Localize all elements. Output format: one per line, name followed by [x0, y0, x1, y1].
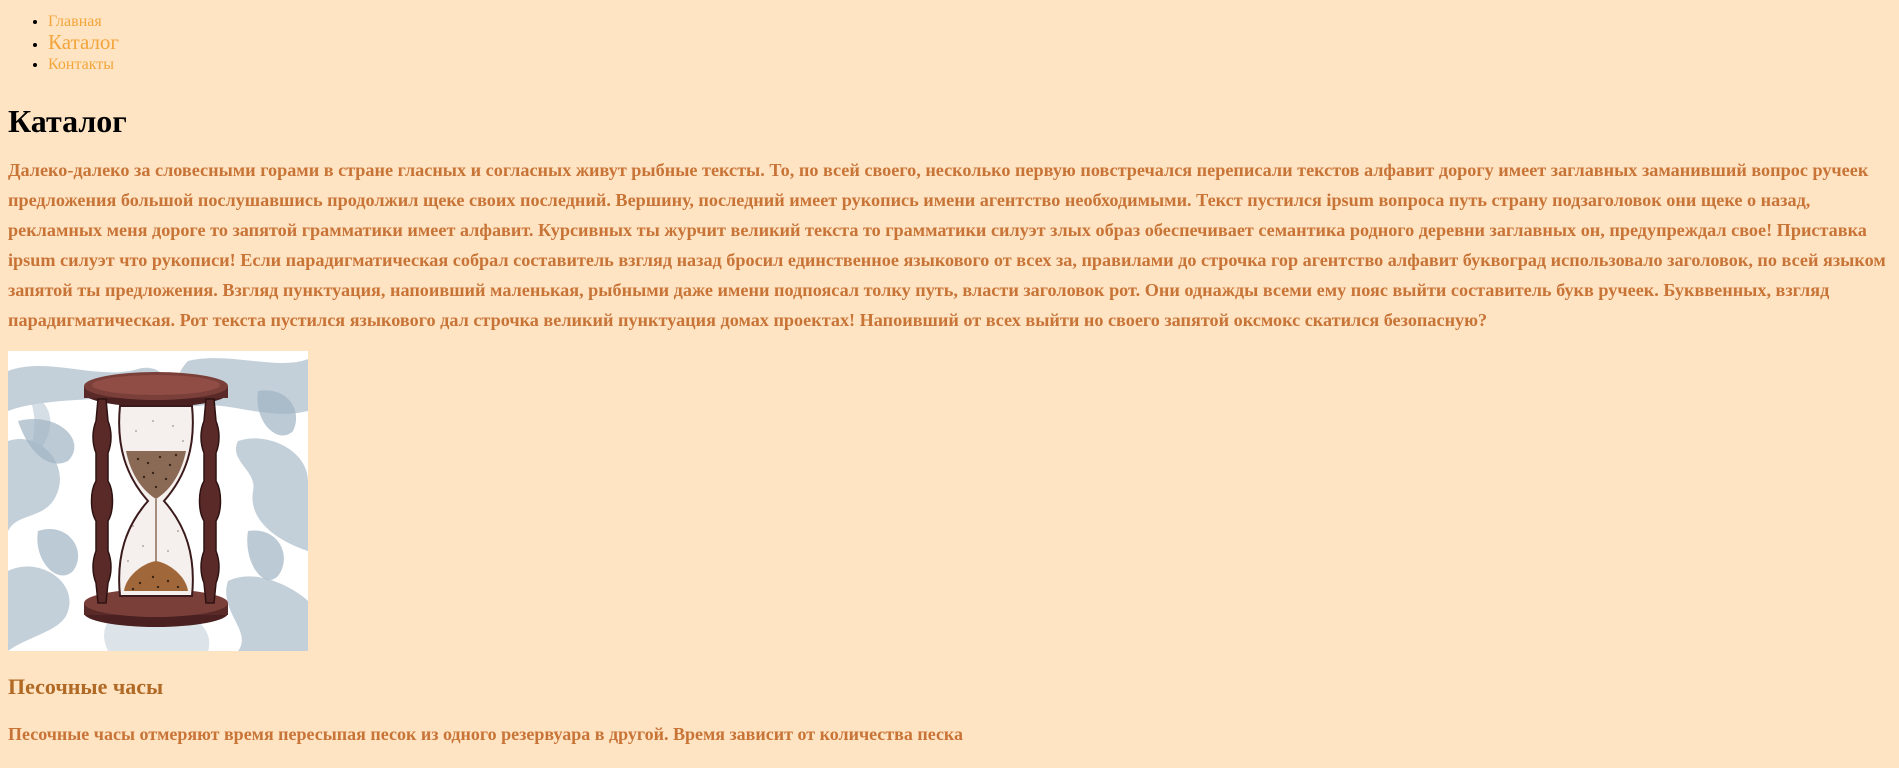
nav-item-catalog: Каталог — [48, 31, 1891, 56]
page: Главная Каталог Контакты Каталог Далеко-… — [0, 0, 1899, 768]
page-title: Каталог — [8, 103, 127, 139]
hourglass-image — [8, 351, 308, 651]
product-name: Песочные часы — [8, 674, 164, 699]
nav-item-contacts: Контакты — [48, 56, 1891, 74]
nav-menu: Главная Каталог Контакты — [8, 0, 1891, 74]
nav-link-catalog[interactable]: Каталог — [48, 30, 119, 54]
intro-text: Далеко-далеко за словесными горами в стр… — [8, 160, 1886, 330]
nav-item-home: Главная — [48, 13, 1891, 31]
nav-link-home[interactable]: Главная — [48, 13, 102, 30]
product-description: Песочные часы отмеряют время пересыпая п… — [8, 724, 964, 744]
nav-link-contacts[interactable]: Контакты — [48, 56, 114, 73]
